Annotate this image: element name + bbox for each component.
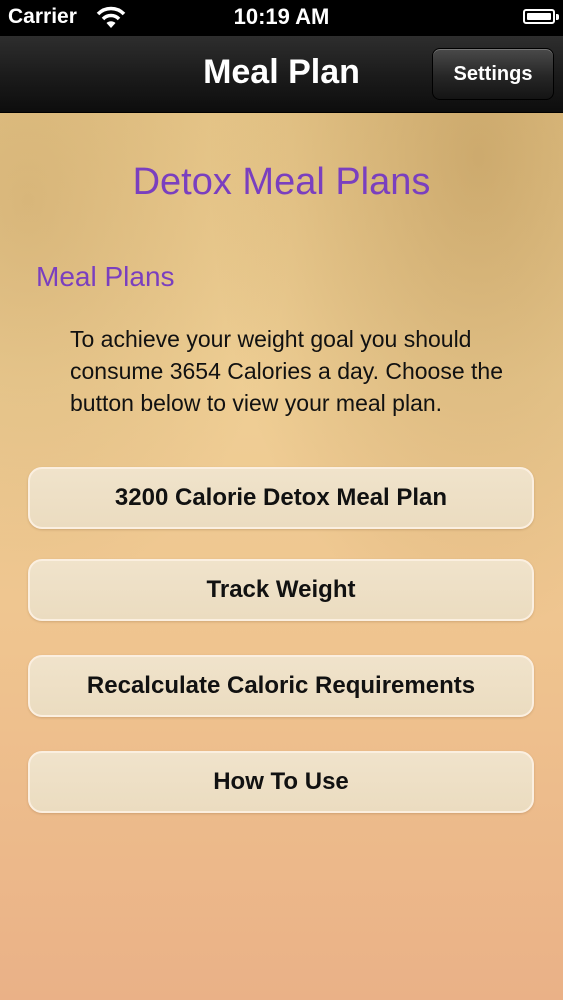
calorie-description: To achieve your weight goal you should c…	[70, 326, 504, 416]
recalculate-button[interactable]: Recalculate Caloric Requirements	[28, 655, 534, 717]
navigation-bar: Meal Plan Settings	[0, 36, 563, 113]
status-time: 10:19 AM	[233, 4, 330, 29]
battery-icon	[523, 9, 559, 24]
settings-button[interactable]: Settings	[432, 48, 554, 100]
track-weight-button[interactable]: Track Weight	[28, 559, 534, 621]
status-bar: Carrier 10:19 AM	[0, 0, 563, 36]
meal-plan-button[interactable]: 3200 Calorie Detox Meal Plan	[28, 467, 534, 529]
main-content: Detox Meal Plans Meal Plans To achieve y…	[0, 113, 563, 1000]
page-heading: Detox Meal Plans	[132, 161, 431, 203]
section-title: Meal Plans	[36, 261, 175, 292]
how-to-use-button[interactable]: How To Use	[28, 751, 534, 813]
